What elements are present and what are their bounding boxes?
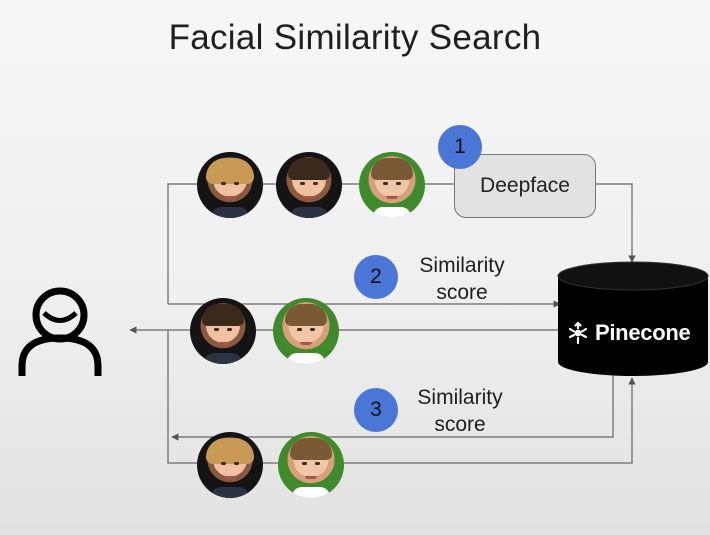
- pinecone-label: Pinecone: [566, 317, 691, 349]
- step-number: 3: [370, 398, 382, 421]
- face-photo-icon: [197, 432, 263, 498]
- label-line: Similarity: [419, 254, 505, 277]
- deepface-label: Deepface: [480, 174, 570, 197]
- label-line: score: [434, 413, 486, 436]
- pinecone-logo-icon: [568, 321, 588, 345]
- face-photo-icon: [273, 298, 339, 364]
- label-line: Similarity: [417, 386, 503, 409]
- step-1-badge: 1: [438, 125, 482, 169]
- face-photo-icon: [276, 152, 342, 218]
- user-icon: [18, 287, 102, 376]
- similarity-score-label-step2: Similarity score: [402, 252, 522, 306]
- step-3-badge: 3: [354, 388, 398, 432]
- face-photo-icon: [359, 152, 425, 218]
- step-number: 2: [370, 265, 382, 288]
- label-line: score: [436, 281, 488, 304]
- face-photo-icon: [190, 298, 256, 364]
- step-number: 1: [454, 135, 466, 158]
- pinecone-name: Pinecone: [595, 320, 691, 345]
- path-deepface-to-pinecone: [594, 183, 636, 263]
- face-photo-icon: [197, 152, 263, 218]
- similarity-score-label-step3: Similarity score: [400, 384, 520, 438]
- face-photo-icon: [278, 432, 344, 498]
- step-2-badge: 2: [354, 255, 398, 299]
- deepface-box: Deepface: [454, 154, 596, 218]
